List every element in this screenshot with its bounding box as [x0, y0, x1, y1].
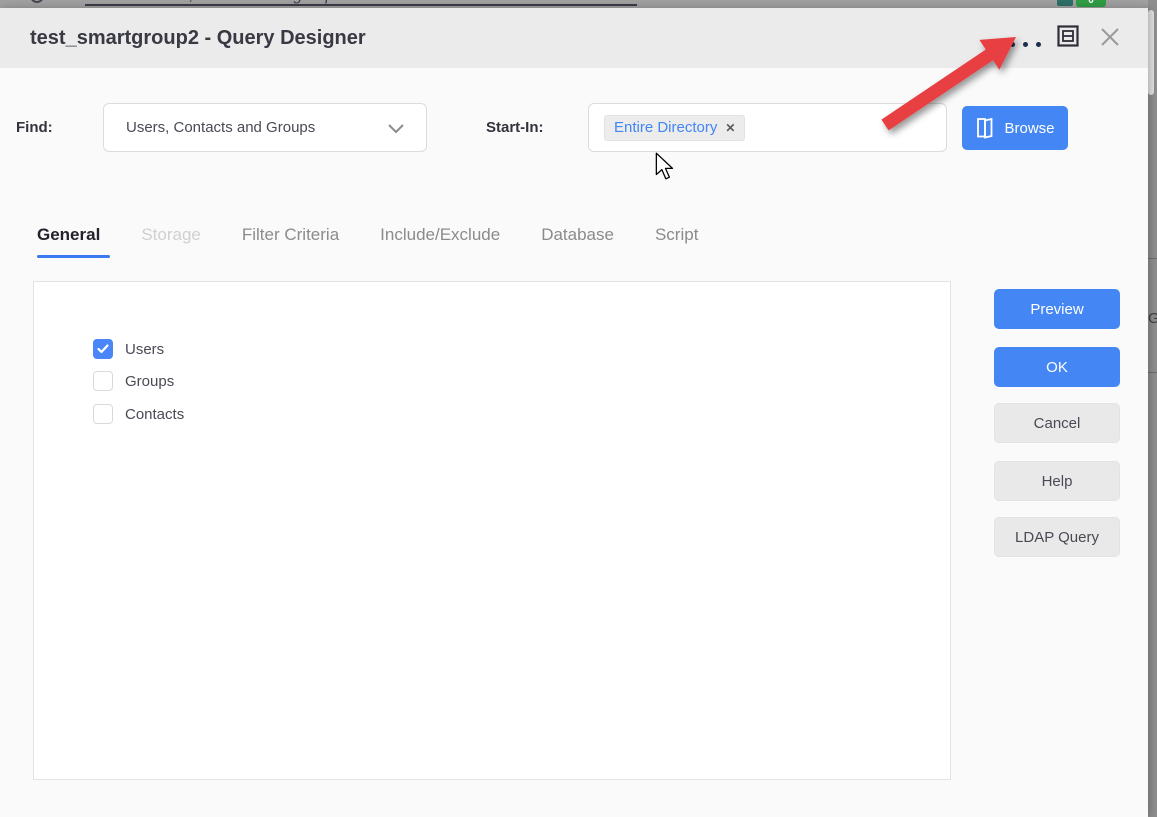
search-icon [30, 0, 44, 3]
general-tab-panel: Users Groups Contacts [33, 281, 951, 780]
groups-checkbox-label: Groups [125, 373, 174, 390]
dialog-titlebar: test_smartgroup2 - Query Designer [0, 8, 1148, 68]
background-divider [1148, 258, 1157, 259]
contacts-checkbox-label: Contacts [125, 406, 184, 423]
background-scrollbar-thumb [1148, 10, 1154, 95]
tab-include-exclude[interactable]: Include/Exclude [380, 220, 500, 250]
find-dropdown-value: Users, Contacts and Groups [126, 104, 315, 151]
background-clipped-text: G [1148, 310, 1157, 327]
preview-button[interactable]: Preview [994, 289, 1120, 329]
advanced-search-link: Advanced Search [658, 0, 792, 5]
ldap-query-button[interactable]: LDAP Query [994, 517, 1120, 557]
query-designer-dialog: test_smartgroup2 - Query Designer Find: … [0, 8, 1148, 817]
ellipsis-dot [1023, 42, 1028, 47]
more-options-button[interactable] [1010, 36, 1046, 52]
background-divider [1148, 372, 1157, 373]
chevron-down-icon [388, 124, 404, 134]
start-in-field[interactable]: Entire Directory ✕ [588, 103, 947, 152]
find-label: Find: [16, 103, 53, 152]
browse-button[interactable]: Browse [962, 106, 1068, 150]
maximize-button[interactable] [1057, 25, 1079, 47]
background-toolbar-icon [1057, 0, 1073, 6]
object-type-groups[interactable]: Groups [93, 371, 174, 391]
active-tab-underline [37, 255, 110, 258]
ok-button[interactable]: OK [994, 347, 1120, 387]
maximize-icon [1057, 25, 1079, 47]
browse-button-label: Browse [1004, 120, 1054, 137]
tab-filter-criteria[interactable]: Filter Criteria [242, 220, 339, 250]
search-field-underline [85, 4, 637, 6]
tab-script[interactable]: Script [655, 220, 698, 250]
start-in-tag: Entire Directory ✕ [604, 115, 745, 141]
tab-bar: General Storage Filter Criteria Include/… [37, 220, 698, 250]
background-page-top: Search for users, contacts and groups he… [0, 0, 1157, 8]
users-checkbox-label: Users [125, 341, 164, 358]
checkmark-icon [97, 343, 109, 355]
object-type-contacts[interactable]: Contacts [93, 404, 184, 424]
dialog-title: test_smartgroup2 - Query Designer [30, 8, 366, 68]
start-in-tag-label: Entire Directory [614, 115, 717, 141]
ellipsis-dot [1036, 42, 1041, 47]
tab-storage: Storage [141, 220, 201, 250]
tab-general[interactable]: General [37, 220, 100, 250]
browse-icon [975, 116, 995, 140]
cancel-button[interactable]: Cancel [994, 403, 1120, 443]
notification-badge: 0 [1076, 0, 1106, 7]
help-button[interactable]: Help [994, 461, 1120, 501]
groups-checkbox[interactable] [93, 371, 113, 391]
tab-database[interactable]: Database [541, 220, 614, 250]
close-icon [1099, 26, 1121, 48]
tag-remove-icon[interactable]: ✕ [725, 115, 735, 141]
ellipsis-dot [1010, 42, 1015, 47]
start-in-label: Start-In: [486, 103, 544, 152]
find-dropdown[interactable]: Users, Contacts and Groups [103, 103, 427, 152]
close-button[interactable] [1099, 26, 1121, 48]
contacts-checkbox[interactable] [93, 404, 113, 424]
users-checkbox[interactable] [93, 339, 113, 359]
background-page-right: G [1148, 0, 1157, 817]
object-type-users[interactable]: Users [93, 339, 164, 359]
